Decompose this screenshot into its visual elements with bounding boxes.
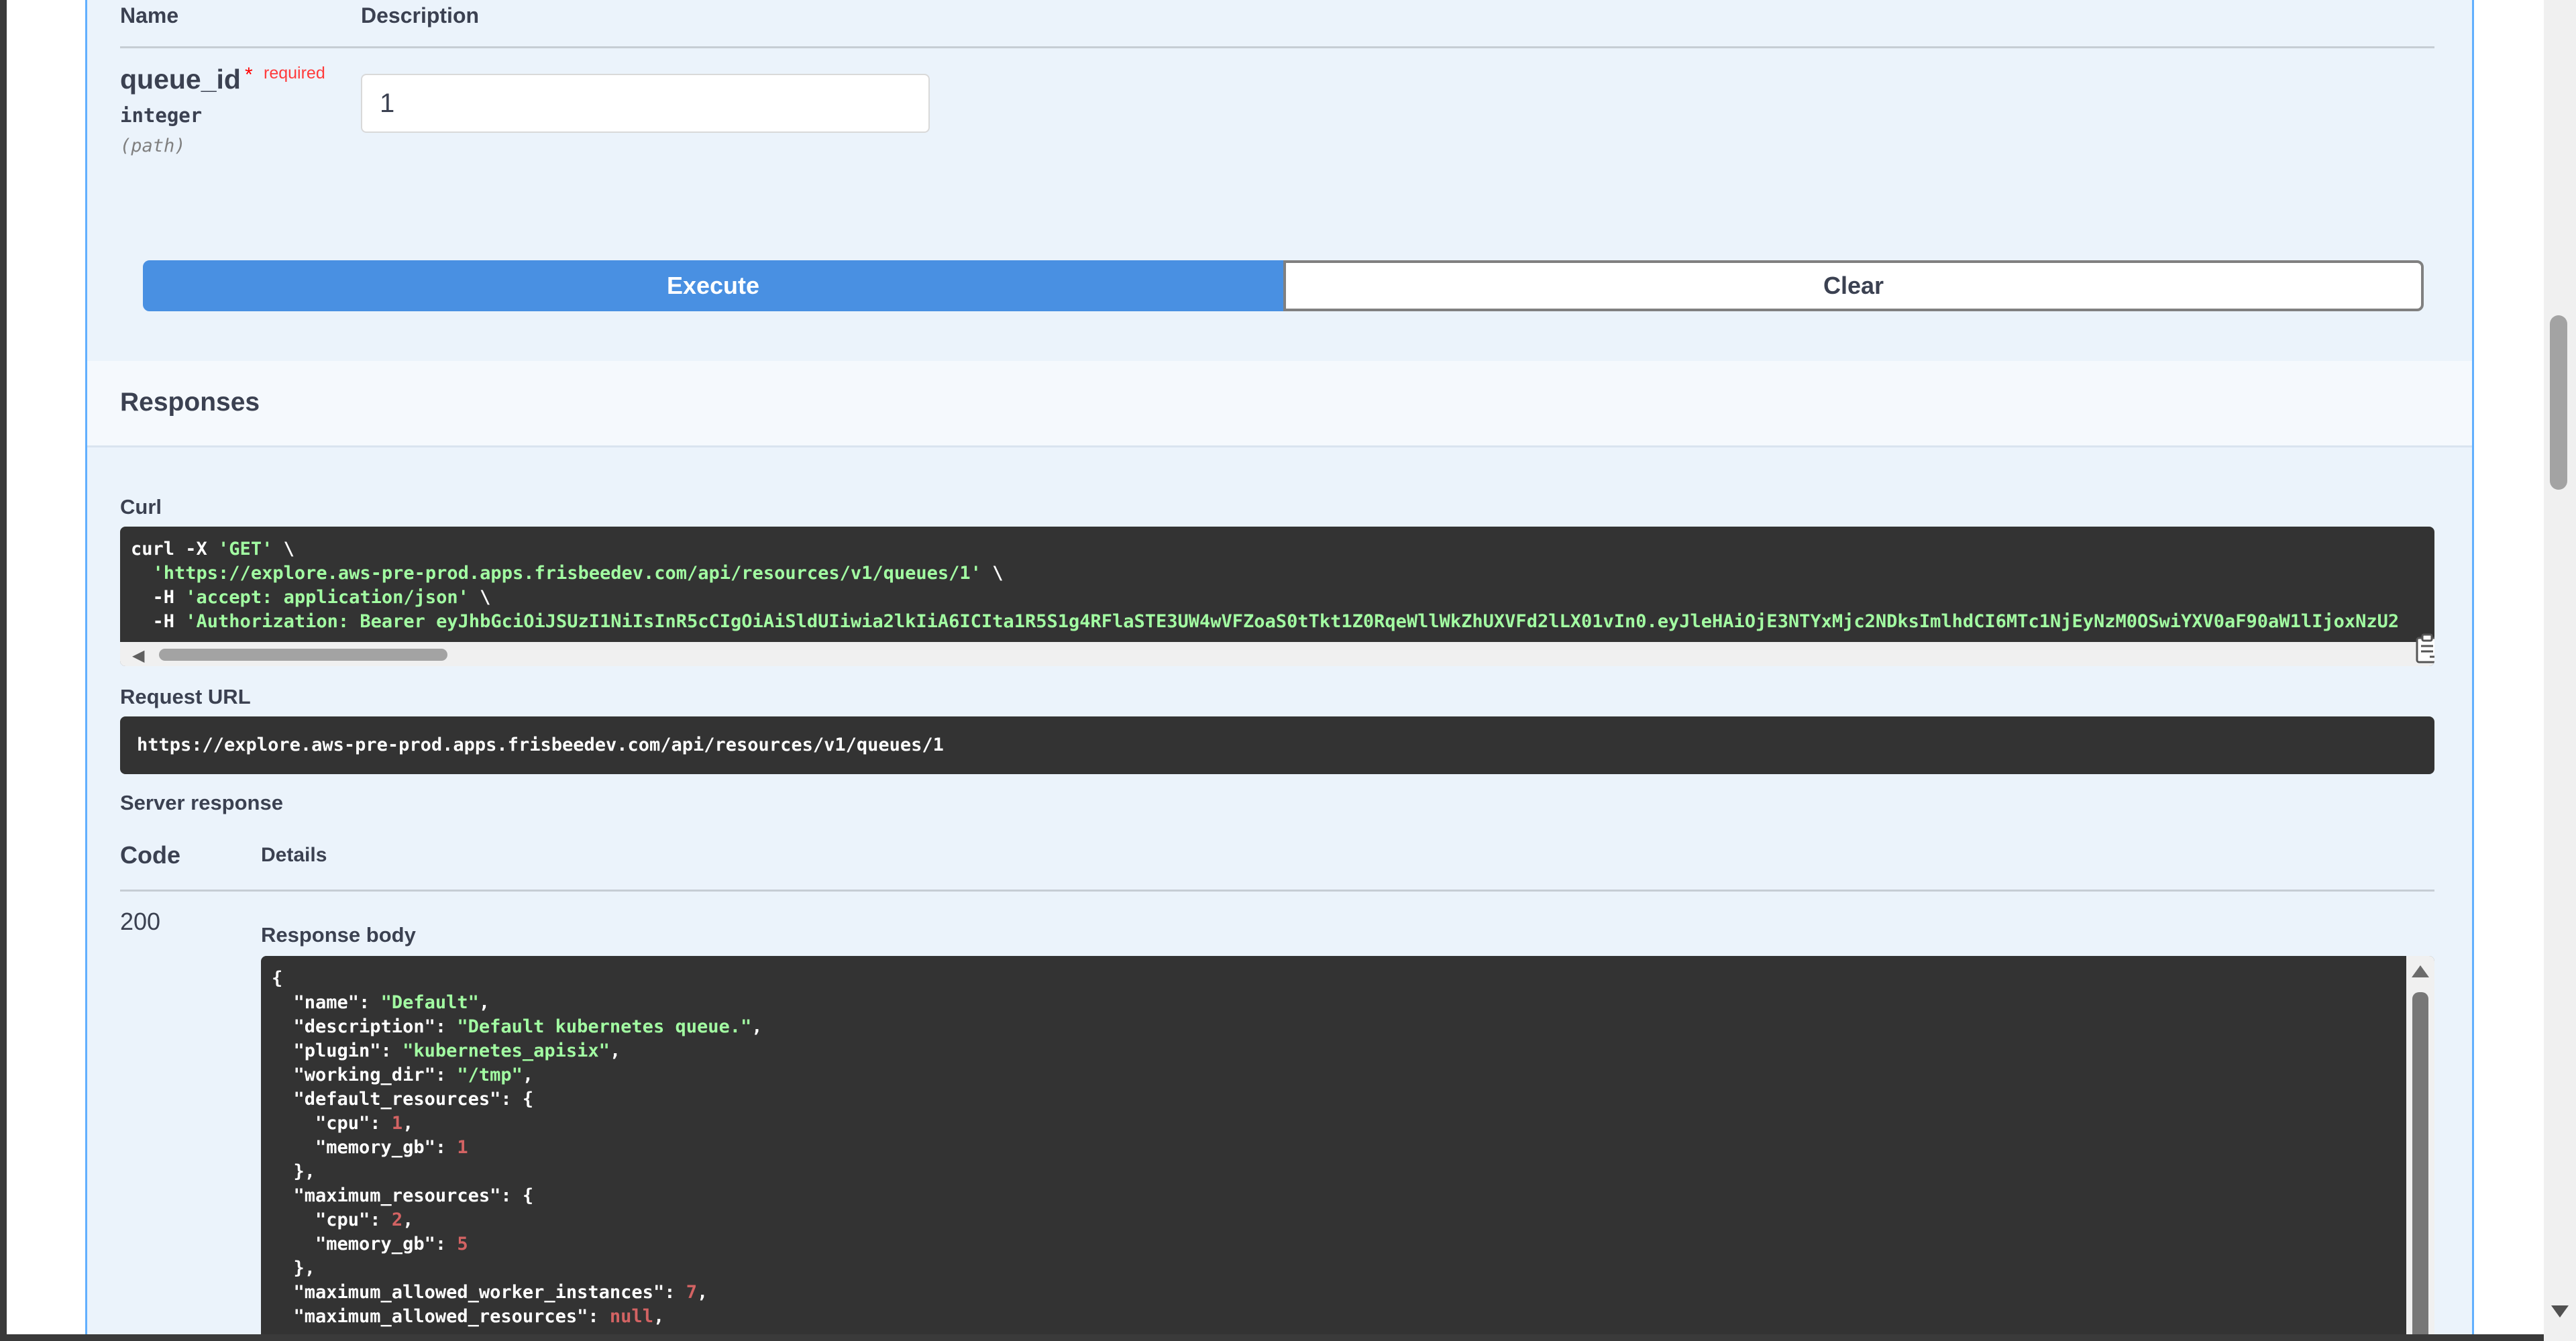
param-name: queue_id — [120, 64, 241, 95]
request-url: https://explore.aws-pre-prod.apps.frisbe… — [137, 735, 944, 755]
curl-line: 'https://explore.aws-pre-prod.apps.frisb… — [152, 563, 1004, 584]
execute-button[interactable]: Execute — [143, 260, 1283, 311]
curl-line: -H 'accept: application/json' \ — [131, 587, 491, 608]
response-body-scrollbar[interactable] — [2406, 956, 2434, 1334]
curl-scroll-thumb[interactable] — [159, 649, 447, 661]
json-line: "cpu": 1, — [272, 1113, 414, 1134]
page-scrollbar[interactable] — [2544, 0, 2576, 1341]
params-header-divider — [120, 46, 2434, 48]
json-line: { — [272, 968, 283, 989]
curl-command: curl -X 'GET' \ 'https://explore.aws-pre… — [120, 527, 2434, 634]
json-line: "description": "Default kubernetes queue… — [272, 1016, 763, 1037]
json-line: }, — [272, 1258, 316, 1279]
response-table-divider — [120, 890, 2434, 892]
param-location: (path) — [120, 136, 186, 156]
json-line: "maximum_allowed_worker_instances": 7, — [272, 1282, 708, 1303]
json-line: "working_dir": "/tmp", — [272, 1065, 534, 1085]
json-line: "plugin": "kubernetes_apisix", — [272, 1040, 621, 1061]
clear-button[interactable]: Clear — [1283, 260, 2424, 311]
params-header-name: Name — [120, 3, 179, 28]
required-label: required — [264, 64, 325, 83]
json-line: "cpu": 2, — [272, 1210, 414, 1230]
status-code: 200 — [120, 908, 161, 935]
curl-line: curl -X 'GET' \ — [131, 539, 294, 559]
curl-line: -H 'Authorization: Bearer eyJhbGciOiJSUz… — [131, 611, 2400, 632]
json-line: "maximum_allowed_resources": null, — [272, 1306, 665, 1327]
json-line: "default_resources": { — [272, 1089, 534, 1110]
curl-code-block: curl -X 'GET' \ 'https://explore.aws-pre… — [120, 527, 2434, 666]
copy-to-clipboard-icon[interactable] — [2415, 633, 2434, 663]
responses-title: Responses — [120, 388, 260, 417]
scroll-left-arrow-icon[interactable]: ◀ — [132, 646, 144, 665]
scroll-down-arrow-icon[interactable] — [2551, 1305, 2569, 1318]
json-line: "memory_gb": 1 — [272, 1137, 468, 1158]
required-star: * — [245, 64, 253, 86]
queue-id-input[interactable] — [361, 74, 930, 133]
responses-header: Responses — [87, 361, 2472, 447]
page-scroll-thumb[interactable] — [2550, 315, 2567, 490]
code-column-header: Code — [120, 841, 180, 869]
param-type: integer — [120, 104, 203, 127]
response-body-label: Response body — [261, 923, 416, 947]
curl-horizontal-scrollbar[interactable]: ◀ — [120, 642, 2434, 666]
json-line: "memory_gb": 5 — [272, 1234, 468, 1254]
operation-block: Name Description queue_id * required int… — [85, 0, 2474, 1334]
json-line: "name": "Default", — [272, 992, 490, 1013]
response-body-scroll-thumb[interactable] — [2412, 992, 2428, 1334]
curl-label: Curl — [120, 495, 162, 519]
response-body-json: { "name": "Default", "description": "Def… — [261, 956, 2434, 1329]
swagger-page: Name Description queue_id * required int… — [7, 0, 2544, 1334]
params-header-description: Description — [361, 3, 480, 28]
details-column-header: Details — [261, 844, 327, 866]
scroll-up-arrow-icon[interactable] — [2412, 965, 2429, 977]
json-line: }, — [272, 1161, 316, 1182]
response-body-block: { "name": "Default", "description": "Def… — [261, 956, 2434, 1334]
json-line: "maximum_resources": { — [272, 1185, 534, 1206]
server-response-label: Server response — [120, 791, 283, 814]
request-url-block: https://explore.aws-pre-prod.apps.frisbe… — [120, 716, 2434, 774]
request-url-label: Request URL — [120, 685, 251, 708]
